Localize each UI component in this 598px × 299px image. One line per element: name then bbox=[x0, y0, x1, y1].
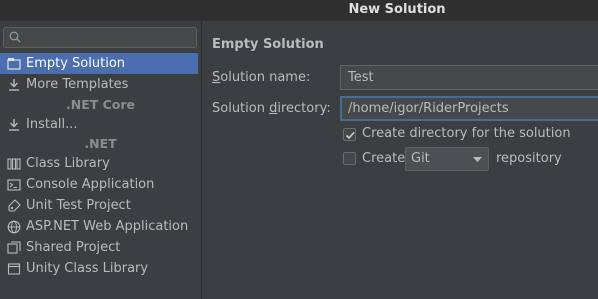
window-title: New Solution bbox=[348, 2, 446, 17]
create-repository-checkbox[interactable] bbox=[343, 152, 356, 165]
sidebar-item-label: Console Application bbox=[26, 177, 155, 192]
create-directory-label: Create directory for the solution bbox=[362, 126, 571, 141]
solution-name-field[interactable]: Test bbox=[340, 65, 598, 90]
globe-icon bbox=[7, 220, 21, 234]
solution-directory-field[interactable]: /home/igor/RiderProjects bbox=[340, 96, 598, 121]
download-icon bbox=[7, 118, 21, 132]
console-icon bbox=[7, 178, 21, 192]
solution-name-label: Solution name: bbox=[212, 70, 311, 85]
sidebar-item-label: More Templates bbox=[26, 77, 129, 92]
sidebar-item-label: Unity Class Library bbox=[26, 261, 149, 276]
create-directory-checkbox[interactable] bbox=[343, 128, 356, 141]
search-input[interactable] bbox=[3, 27, 197, 48]
create-repository-label: Create bbox=[362, 151, 406, 166]
sidebar-item-unit-test-project[interactable]: Unit Test Project bbox=[0, 195, 201, 216]
repository-label: repository bbox=[496, 151, 562, 166]
panel-heading: Empty Solution bbox=[212, 37, 324, 52]
unit-test-icon bbox=[7, 198, 21, 213]
search-icon bbox=[9, 31, 21, 43]
chevron-down-icon bbox=[473, 157, 482, 162]
settings-panel: Empty Solution Solution name: Test Solut… bbox=[202, 21, 598, 299]
shared-project-icon bbox=[7, 240, 21, 255]
sidebar-item-label: Shared Project bbox=[26, 240, 121, 255]
unity-icon bbox=[7, 262, 21, 276]
class-library-icon bbox=[7, 157, 21, 171]
download-icon bbox=[7, 78, 21, 92]
vcs-select[interactable]: Git bbox=[405, 147, 489, 171]
sidebar-item-class-library[interactable]: Class Library bbox=[0, 153, 201, 174]
sidebar-item-label: ASP.NET Web Application bbox=[26, 219, 189, 234]
empty-solution-icon bbox=[7, 57, 21, 71]
title-bar: New Solution bbox=[0, 0, 598, 21]
sidebar-item-install[interactable]: Install... bbox=[0, 114, 201, 135]
sidebar-item-label: Empty Solution bbox=[26, 56, 126, 71]
sidebar-item-label: Unit Test Project bbox=[26, 198, 131, 213]
sidebar-item-label: Class Library bbox=[26, 156, 110, 171]
sidebar-item-unity-class-library[interactable]: Unity Class Library bbox=[0, 258, 201, 279]
sidebar-item-more-templates[interactable]: More Templates bbox=[0, 74, 201, 95]
sidebar-item-empty-solution[interactable]: Empty Solution bbox=[0, 53, 198, 74]
sidebar-item-label: Install... bbox=[26, 117, 78, 132]
vcs-selected-value: Git bbox=[411, 151, 430, 166]
sidebar-item-shared-project[interactable]: Shared Project bbox=[0, 237, 201, 258]
sidebar-item-aspnet-web-application[interactable]: ASP.NET Web Application bbox=[0, 216, 201, 237]
sidebar-item-console-application[interactable]: Console Application bbox=[0, 174, 201, 195]
template-sidebar: Empty Solution More Templates .NET Core … bbox=[0, 21, 202, 299]
checkmark-icon bbox=[345, 131, 355, 140]
solution-directory-label: Solution directory: bbox=[212, 101, 331, 116]
group-header-net: .NET bbox=[84, 136, 117, 151]
group-header-net-core: .NET Core bbox=[65, 97, 136, 112]
